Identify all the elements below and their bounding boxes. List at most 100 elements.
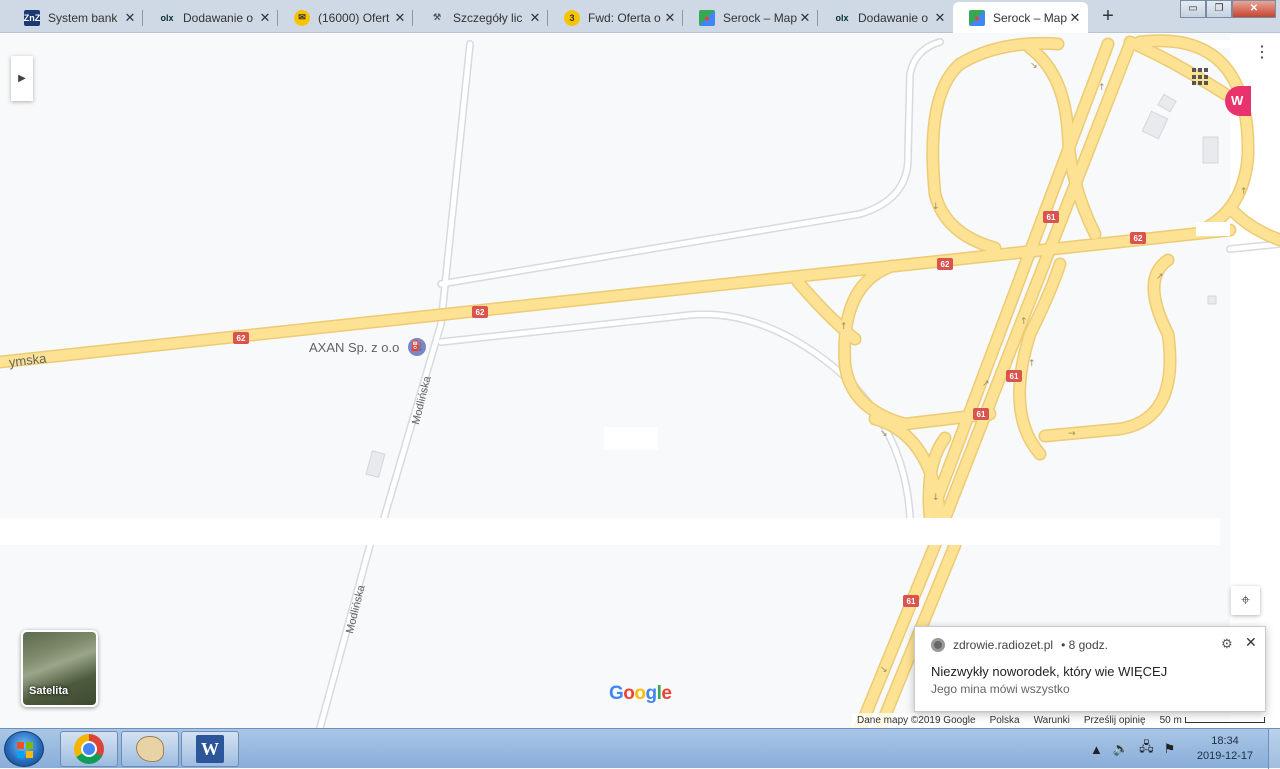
notification-title: Niezwykły noworodek, który wie WIĘCEJ bbox=[931, 664, 1168, 679]
tab-close-icon[interactable]: ✕ bbox=[798, 10, 812, 26]
show-desktop-button[interactable] bbox=[1268, 729, 1280, 769]
action-center-flag-icon[interactable]: ⚑ bbox=[1164, 741, 1176, 757]
notification-header: zdrowie.radiozet.pl • 8 godz. bbox=[931, 638, 1108, 652]
tab-close-icon[interactable]: ✕ bbox=[528, 10, 542, 26]
network-icon[interactable]: 🖧 bbox=[1139, 738, 1154, 760]
svg-text:↘: ↘ bbox=[1030, 61, 1038, 71]
chrome-icon bbox=[931, 638, 945, 652]
taskbar-chrome-button[interactable] bbox=[60, 731, 118, 767]
svg-text:61: 61 bbox=[907, 597, 916, 606]
road-shield-62: 62 bbox=[472, 306, 488, 318]
google-logo-letter: o bbox=[623, 683, 635, 704]
svg-text:↑: ↑ bbox=[1098, 83, 1106, 93]
tab-close-icon[interactable]: ✕ bbox=[393, 10, 407, 26]
close-window-button[interactable]: ✕ bbox=[1232, 0, 1276, 18]
badge-3-favicon-icon: 3 bbox=[564, 9, 580, 26]
expand-sidebar-button[interactable]: ▶ bbox=[11, 56, 33, 101]
tab-dodawanie-2[interactable]: olx Dodawanie o ✕ bbox=[818, 2, 953, 33]
tab-close-icon[interactable]: ✕ bbox=[933, 10, 947, 26]
word-icon: W bbox=[196, 735, 224, 763]
tab-close-icon[interactable]: ✕ bbox=[258, 10, 272, 26]
tab-oferty[interactable]: ✉ (16000) Ofert ✕ bbox=[278, 2, 413, 33]
paint-palette-icon bbox=[136, 736, 164, 762]
map-gap-strip bbox=[0, 518, 1220, 545]
tab-close-icon[interactable]: ✕ bbox=[1068, 10, 1082, 26]
map-data-attribution: Dane mapy ©2019 Google bbox=[857, 715, 976, 726]
browser-menu-icon[interactable]: ⋮ bbox=[1254, 42, 1270, 62]
google-logo-letter: o bbox=[634, 683, 646, 704]
minimize-button[interactable]: ▭ bbox=[1180, 0, 1206, 18]
volume-icon[interactable]: 🔊 bbox=[1113, 741, 1129, 757]
show-hidden-icons-icon[interactable]: ▲ bbox=[1090, 742, 1103, 757]
feedback-link[interactable]: Prześlij opinię bbox=[1084, 715, 1146, 726]
tab-serock-maps-1[interactable]: ● Serock – Map ✕ bbox=[683, 2, 818, 33]
satellite-toggle-button[interactable]: Satelita bbox=[21, 630, 98, 707]
road-shield-61: 61 bbox=[1043, 211, 1059, 223]
tab-close-icon[interactable]: ✕ bbox=[663, 10, 677, 26]
notification-body: Jego mina mówi wszystko bbox=[931, 682, 1070, 696]
svg-text:↑: ↑ bbox=[840, 322, 848, 332]
notification-source: zdrowie.radiozet.pl bbox=[953, 638, 1054, 652]
country-link[interactable]: Polska bbox=[990, 715, 1020, 726]
chrome-notification[interactable]: zdrowie.radiozet.pl • 8 godz. ⚙ ✕ Niezwy… bbox=[914, 626, 1266, 712]
map-viewport[interactable]: ↘ ↑ ↓ ↑ ↗ ↑ ↑ ↗ ↑ → ↓ ↘ ↘ 62 62 62 62 61… bbox=[0, 34, 1280, 728]
svg-text:↓: ↓ bbox=[932, 493, 940, 503]
fuel-station-icon[interactable]: ⛽ bbox=[408, 338, 426, 356]
scale-text: 50 m bbox=[1159, 715, 1182, 726]
system-tray: ▲ 🔊 🖧 ⚑ bbox=[1090, 729, 1175, 769]
new-tab-button[interactable]: + bbox=[1095, 5, 1121, 29]
google-logo: Google bbox=[609, 683, 672, 705]
tab-close-icon[interactable]: ✕ bbox=[123, 10, 137, 26]
maps-favicon-icon: ● bbox=[699, 9, 715, 26]
tab-title: Dodawanie o bbox=[858, 10, 929, 25]
scale-bar bbox=[1184, 717, 1265, 724]
map-footer: Dane mapy ©2019 Google Polska Warunki Pr… bbox=[852, 713, 1280, 728]
windows-taskbar: W ▲ 🔊 🖧 ⚑ 18:34 2019-12-17 bbox=[0, 728, 1280, 769]
close-icon[interactable]: ✕ bbox=[1245, 634, 1257, 651]
tab-dodawanie-1[interactable]: olx Dodawanie o ✕ bbox=[143, 2, 278, 33]
road-shield-62: 62 bbox=[1130, 232, 1146, 244]
road-shield-62: 62 bbox=[937, 258, 953, 270]
start-button[interactable] bbox=[4, 731, 44, 767]
windows-logo-icon bbox=[17, 742, 33, 758]
znz-favicon-icon: ZnZ bbox=[24, 9, 40, 26]
browser-tabstrip: ZnZ System bank ✕ olx Dodawanie o ✕ ✉ (1… bbox=[0, 0, 1280, 33]
svg-text:↓: ↓ bbox=[932, 202, 940, 212]
svg-text:↑: ↑ bbox=[1020, 317, 1028, 327]
notification-time: • 8 godz. bbox=[1061, 638, 1108, 652]
scale-indicator[interactable]: 50 m bbox=[1160, 715, 1265, 726]
gear-icon[interactable]: ⚙ bbox=[1221, 636, 1233, 652]
clock-date: 2019-12-17 bbox=[1196, 750, 1254, 762]
poi-label[interactable]: AXAN Sp. z o.o bbox=[309, 340, 399, 355]
svg-text:→: → bbox=[1068, 429, 1076, 439]
terms-link[interactable]: Warunki bbox=[1034, 715, 1070, 726]
olx-favicon-icon: olx bbox=[835, 12, 849, 23]
map-canvas[interactable]: ↘ ↑ ↓ ↑ ↗ ↑ ↑ ↗ ↑ → ↓ ↘ ↘ 62 62 62 62 61… bbox=[0, 34, 1280, 728]
svg-text:62: 62 bbox=[476, 308, 485, 317]
tab-title: Fwd: Oferta o bbox=[588, 10, 661, 25]
satellite-label: Satelita bbox=[29, 685, 69, 697]
google-logo-letter: g bbox=[645, 683, 658, 704]
account-avatar[interactable]: W bbox=[1225, 86, 1251, 116]
tab-fwd-oferta[interactable]: 3 Fwd: Oferta o ✕ bbox=[548, 2, 683, 33]
taskbar-word-button[interactable]: W bbox=[181, 731, 239, 767]
svg-text:↘: ↘ bbox=[880, 429, 888, 439]
google-logo-letter: G bbox=[609, 683, 624, 704]
svg-text:62: 62 bbox=[941, 260, 950, 269]
tab-serock-maps-active[interactable]: ● Serock – Map ✕ bbox=[953, 2, 1088, 33]
window-controls: ▭ ❐ ✕ bbox=[1180, 0, 1276, 18]
taskbar-paint-button[interactable] bbox=[121, 731, 179, 767]
google-apps-icon[interactable] bbox=[1192, 68, 1210, 86]
mail-favicon-icon: ✉ bbox=[294, 9, 310, 26]
svg-text:↑: ↑ bbox=[1028, 359, 1036, 369]
svg-text:↑: ↑ bbox=[1240, 187, 1248, 197]
tab-system-bank[interactable]: ZnZ System bank ✕ bbox=[8, 2, 143, 33]
tab-szczegoly[interactable]: ⚒ Szczegóły lic ✕ bbox=[413, 2, 548, 33]
svg-text:61: 61 bbox=[977, 410, 986, 419]
svg-text:↘: ↘ bbox=[880, 665, 888, 675]
svg-text:↗: ↗ bbox=[982, 379, 990, 389]
my-location-button[interactable]: ⌖ bbox=[1231, 586, 1260, 615]
maximize-button[interactable]: ❐ bbox=[1206, 0, 1232, 18]
taskbar-clock[interactable]: 18:34 2019-12-17 bbox=[1193, 734, 1257, 764]
tab-title: Serock – Map bbox=[993, 10, 1068, 25]
